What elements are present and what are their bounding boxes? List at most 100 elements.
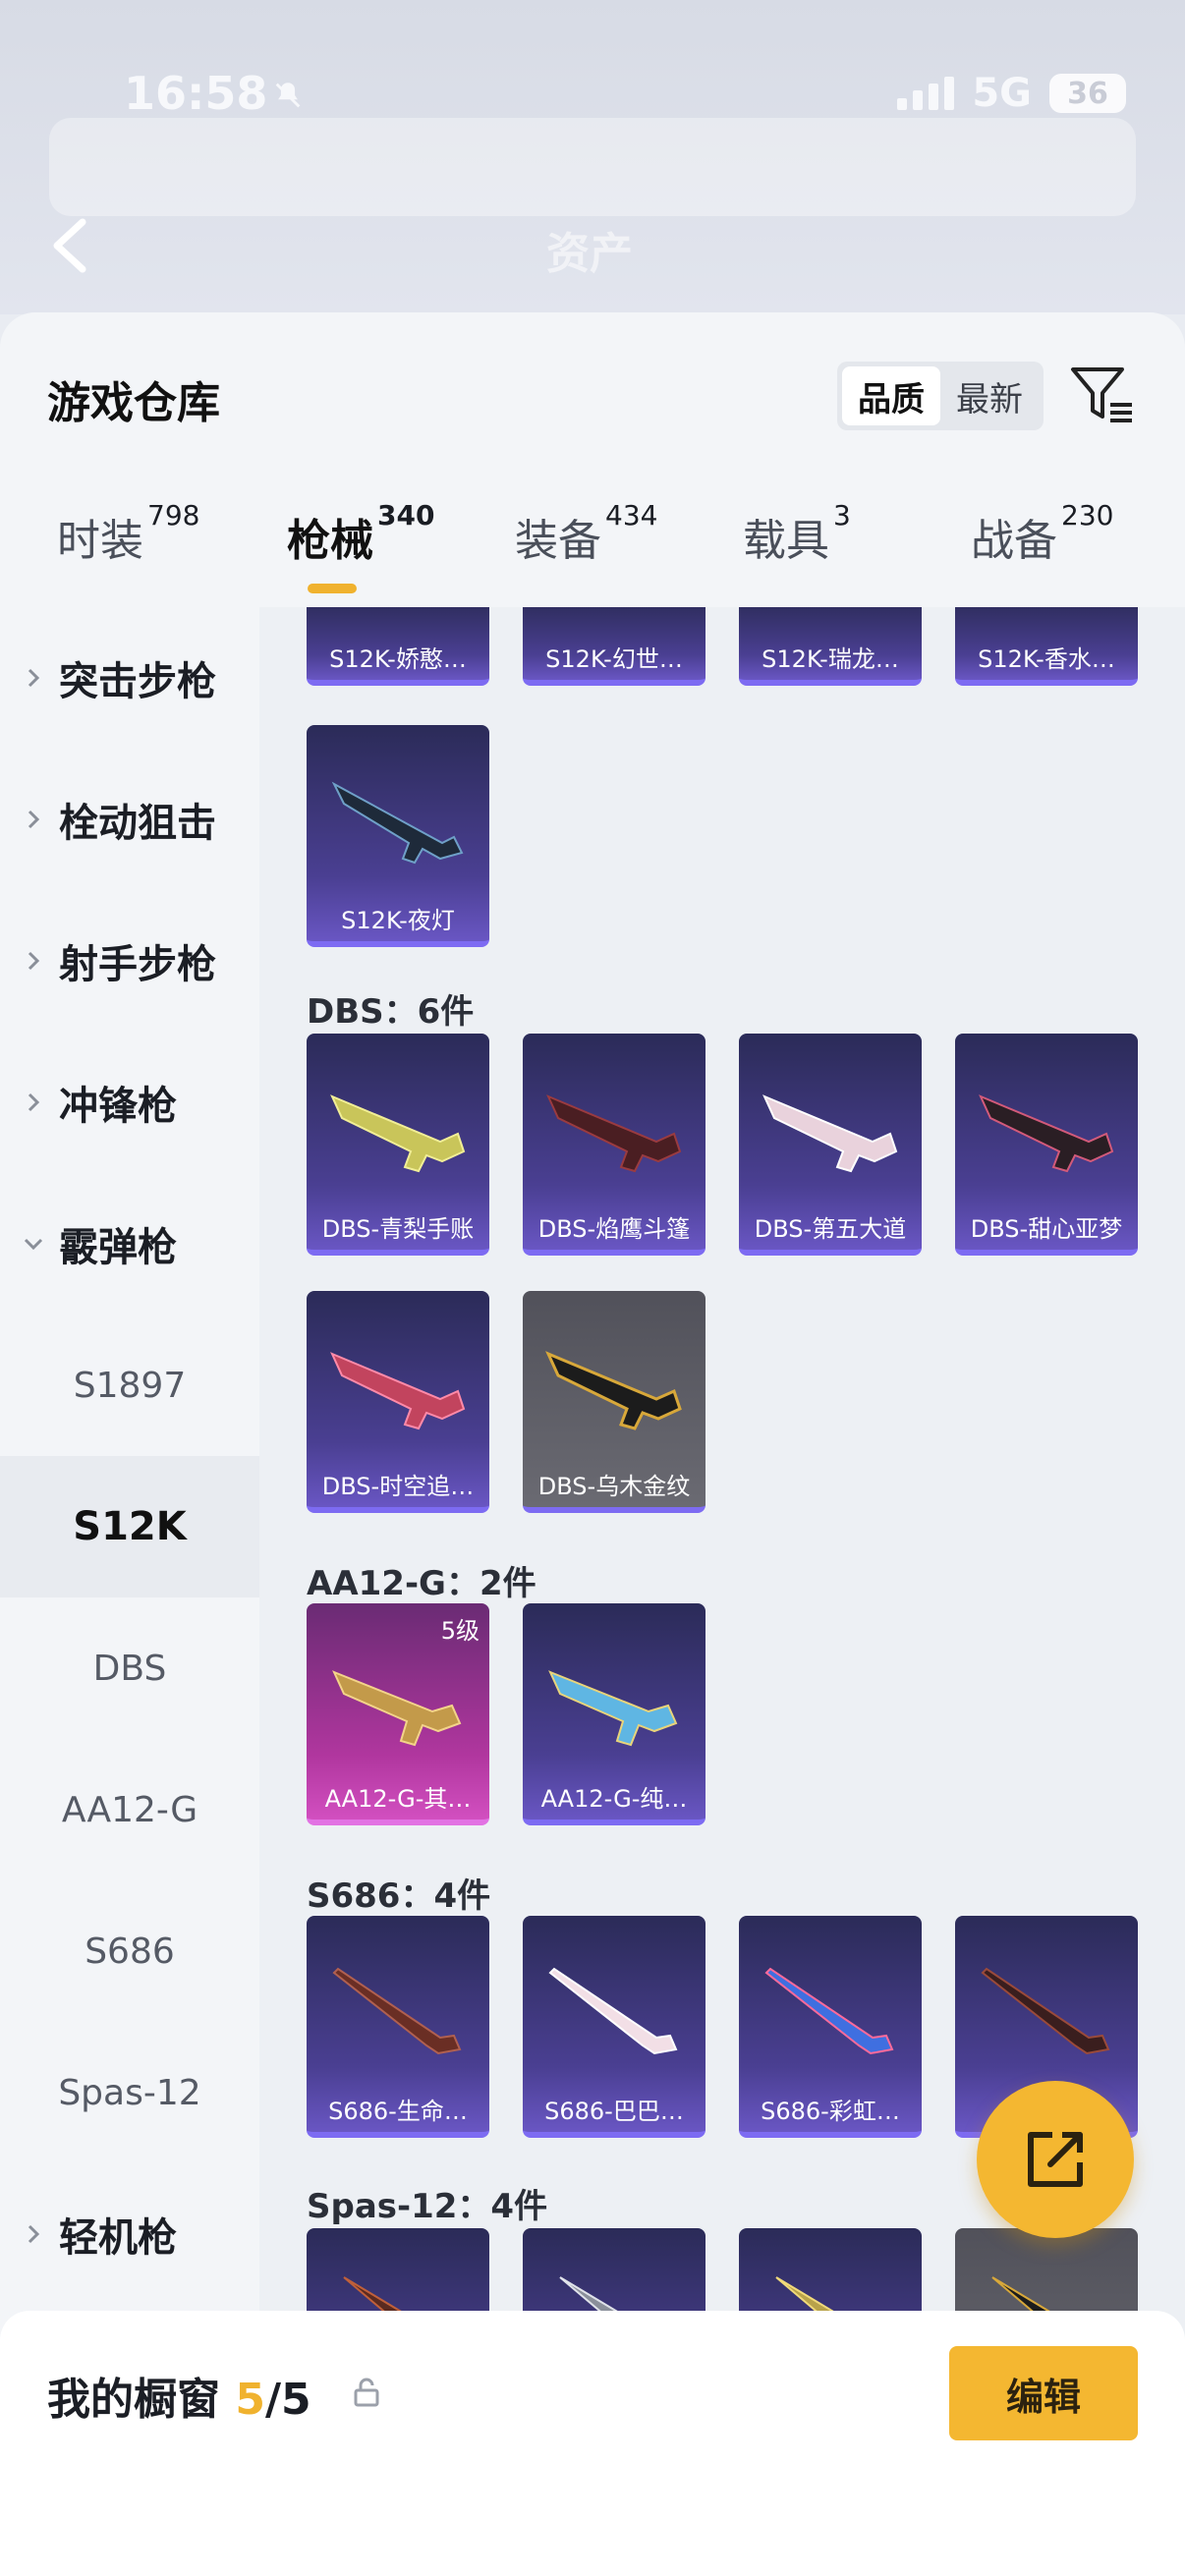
sidebar-item-marksman-rifle[interactable]: 射手步枪 bbox=[0, 890, 259, 1032]
shotgun-icon bbox=[764, 1967, 894, 2055]
mute-bell-icon bbox=[275, 83, 301, 108]
chevron-right-icon bbox=[28, 2224, 40, 2244]
sidebar-item-bolt-sniper[interactable]: 栓动狙击 bbox=[0, 749, 259, 890]
tab-vehicles[interactable]: 载具3 bbox=[743, 499, 851, 568]
skin-card[interactable]: S686-彩虹… bbox=[739, 1916, 922, 2138]
sidebar-item-smg[interactable]: 冲锋枪 bbox=[0, 1032, 259, 1173]
tab-tactical[interactable]: 战备230 bbox=[971, 499, 1113, 568]
chevron-down-icon bbox=[24, 1238, 43, 1251]
sidebar-item-s1897[interactable]: S1897 bbox=[0, 1315, 259, 1456]
skin-name: S12K-夜灯 bbox=[341, 907, 455, 934]
group-title-spas12: Spas-12：4件 bbox=[307, 2187, 548, 2226]
chevron-right-icon bbox=[28, 951, 40, 971]
skin-name: S12K-娇憨… bbox=[329, 645, 467, 673]
shotgun-icon bbox=[545, 1351, 682, 1430]
shotgun-icon bbox=[981, 1967, 1110, 2055]
sidebar-item-s12k[interactable]: S12K bbox=[0, 1456, 259, 1597]
active-tab-indicator bbox=[308, 584, 357, 593]
shotgun-icon bbox=[762, 1094, 898, 1173]
skin-name: S686-生命… bbox=[328, 2098, 468, 2125]
sidebar-category: 突击步枪 bbox=[0, 649, 216, 706]
tab-count: 230 bbox=[1061, 499, 1114, 532]
skin-name: AA12-G-其… bbox=[324, 1785, 472, 1813]
sidebar-category: 轻机枪 bbox=[0, 2206, 177, 2263]
tab-equipment[interactable]: 装备434 bbox=[515, 499, 657, 568]
skin-card[interactable]: DBS-乌木金纹 bbox=[523, 1291, 705, 1513]
showcase-title: 我的橱窗 5/5 bbox=[47, 2364, 311, 2427]
shotgun-icon bbox=[332, 1670, 462, 1747]
background-title: 资产 bbox=[546, 229, 633, 279]
filter-icon[interactable] bbox=[1067, 360, 1136, 428]
showcase-bar: 我的橱窗 5/5 编辑 bbox=[0, 2311, 1185, 2576]
skin-name: DBS-时空追… bbox=[321, 1473, 475, 1500]
sidebar-category-label: 栓动狙击 bbox=[59, 801, 216, 846]
showcase-current: 5 bbox=[235, 2375, 265, 2425]
sidebar-category-label: 射手步枪 bbox=[59, 942, 216, 987]
sidebar-item-dbs[interactable]: DBS bbox=[0, 1597, 259, 1739]
skin-card[interactable]: S686-巴巴… bbox=[523, 1916, 705, 2138]
tab-label: 时装 bbox=[57, 516, 143, 566]
skin-name: S12K-幻世… bbox=[545, 645, 683, 673]
tab-label: 枪械 bbox=[287, 516, 373, 566]
group-title-aa12g: AA12-G：2件 bbox=[307, 1564, 536, 1603]
group-title-s686: S686：4件 bbox=[307, 1876, 491, 1916]
skin-name: S12K-香水… bbox=[978, 645, 1115, 673]
skin-card[interactable]: DBS-甜心亚梦 bbox=[955, 1034, 1138, 1256]
sidebar-item-assault-rifle[interactable]: 突击步枪 bbox=[0, 607, 259, 749]
sidebar-category: 霰弹枪 bbox=[0, 1215, 177, 1272]
weapon-type-sidebar: 突击步枪 栓动狙击 射手步枪 冲锋枪 霰弹枪 S1897 S12K DBS AA… bbox=[0, 607, 259, 2440]
skin-card[interactable]: S12K-娇憨… bbox=[307, 607, 489, 686]
shotgun-icon bbox=[979, 1094, 1114, 1173]
sidebar-item-shotgun[interactable]: 霰弹枪 bbox=[0, 1173, 259, 1315]
shotgun-icon bbox=[330, 1352, 466, 1430]
showcase-label: 我的橱窗 bbox=[47, 2375, 220, 2425]
tab-firearms[interactable]: 枪械340 bbox=[287, 499, 434, 568]
shotgun-icon bbox=[548, 1967, 678, 2055]
skin-name: AA12-G-纯… bbox=[540, 1785, 688, 1813]
chevron-right-icon bbox=[28, 668, 40, 688]
chevron-right-icon bbox=[28, 1092, 40, 1112]
tab-label: 战备 bbox=[971, 516, 1057, 566]
skin-name: DBS-焰鹰斗篷 bbox=[537, 1215, 691, 1243]
skin-card[interactable]: DBS-焰鹰斗篷 bbox=[523, 1034, 705, 1256]
sidebar-category: 冲锋枪 bbox=[0, 1074, 177, 1131]
background-page: 资产 bbox=[0, 0, 1185, 314]
status-time: 16:58 bbox=[124, 67, 268, 120]
battery-indicator: 36 bbox=[1049, 74, 1126, 113]
sidebar-item-spas12[interactable]: Spas-12 bbox=[0, 2022, 259, 2163]
sheet-header: 游戏仓库 品质 最新 时装798 枪械340 装备434 载具3 战备230 bbox=[0, 312, 1185, 607]
sort-newest-button[interactable]: 最新 bbox=[940, 366, 1039, 425]
shotgun-icon bbox=[330, 1094, 466, 1173]
sort-quality-button[interactable]: 品质 bbox=[842, 366, 940, 425]
skin-card[interactable]: S686-生命… bbox=[307, 1916, 489, 2138]
skin-name: DBS-乌木金纹 bbox=[537, 1473, 691, 1500]
sidebar-item-aa12g[interactable]: AA12-G bbox=[0, 1739, 259, 1880]
skin-card[interactable]: AA12-G-纯… bbox=[523, 1603, 705, 1825]
tab-count: 434 bbox=[605, 499, 658, 532]
lock-icon bbox=[354, 2378, 379, 2407]
edit-button[interactable]: 编辑 bbox=[949, 2346, 1138, 2440]
back-chevron-icon[interactable] bbox=[45, 216, 94, 275]
skin-card[interactable]: S12K-夜灯 bbox=[307, 725, 489, 947]
sidebar-category: 射手步枪 bbox=[0, 932, 216, 989]
skin-card[interactable]: DBS-时空追… bbox=[307, 1291, 489, 1513]
skin-name: DBS-青梨手账 bbox=[321, 1215, 475, 1243]
tab-fashion[interactable]: 时装798 bbox=[57, 499, 199, 568]
skin-card[interactable]: S12K-瑞龙… bbox=[739, 607, 922, 686]
sidebar-category-label: 轻机枪 bbox=[59, 2215, 177, 2261]
skin-card[interactable]: DBS-第五大道 bbox=[739, 1034, 922, 1256]
tab-count: 798 bbox=[147, 499, 200, 532]
shotgun-icon bbox=[548, 1670, 678, 1747]
skin-name: S12K-瑞龙… bbox=[762, 645, 899, 673]
tab-label: 装备 bbox=[515, 516, 601, 566]
shotgun-icon bbox=[332, 1967, 462, 2055]
category-tabs: 时装798 枪械340 装备434 载具3 战备230 bbox=[0, 499, 1185, 599]
share-fab-button[interactable] bbox=[977, 2081, 1134, 2238]
sidebar-item-lmg[interactable]: 轻机枪 bbox=[0, 2163, 259, 2305]
skin-card[interactable]: S12K-香水… bbox=[955, 607, 1138, 686]
sidebar-category-label: 霰弹枪 bbox=[59, 1225, 177, 1270]
skin-card[interactable]: 5级 AA12-G-其… bbox=[307, 1603, 489, 1825]
sidebar-item-s686[interactable]: S686 bbox=[0, 1880, 259, 2022]
skin-card[interactable]: S12K-幻世… bbox=[523, 607, 705, 686]
skin-card[interactable]: DBS-青梨手账 bbox=[307, 1034, 489, 1256]
